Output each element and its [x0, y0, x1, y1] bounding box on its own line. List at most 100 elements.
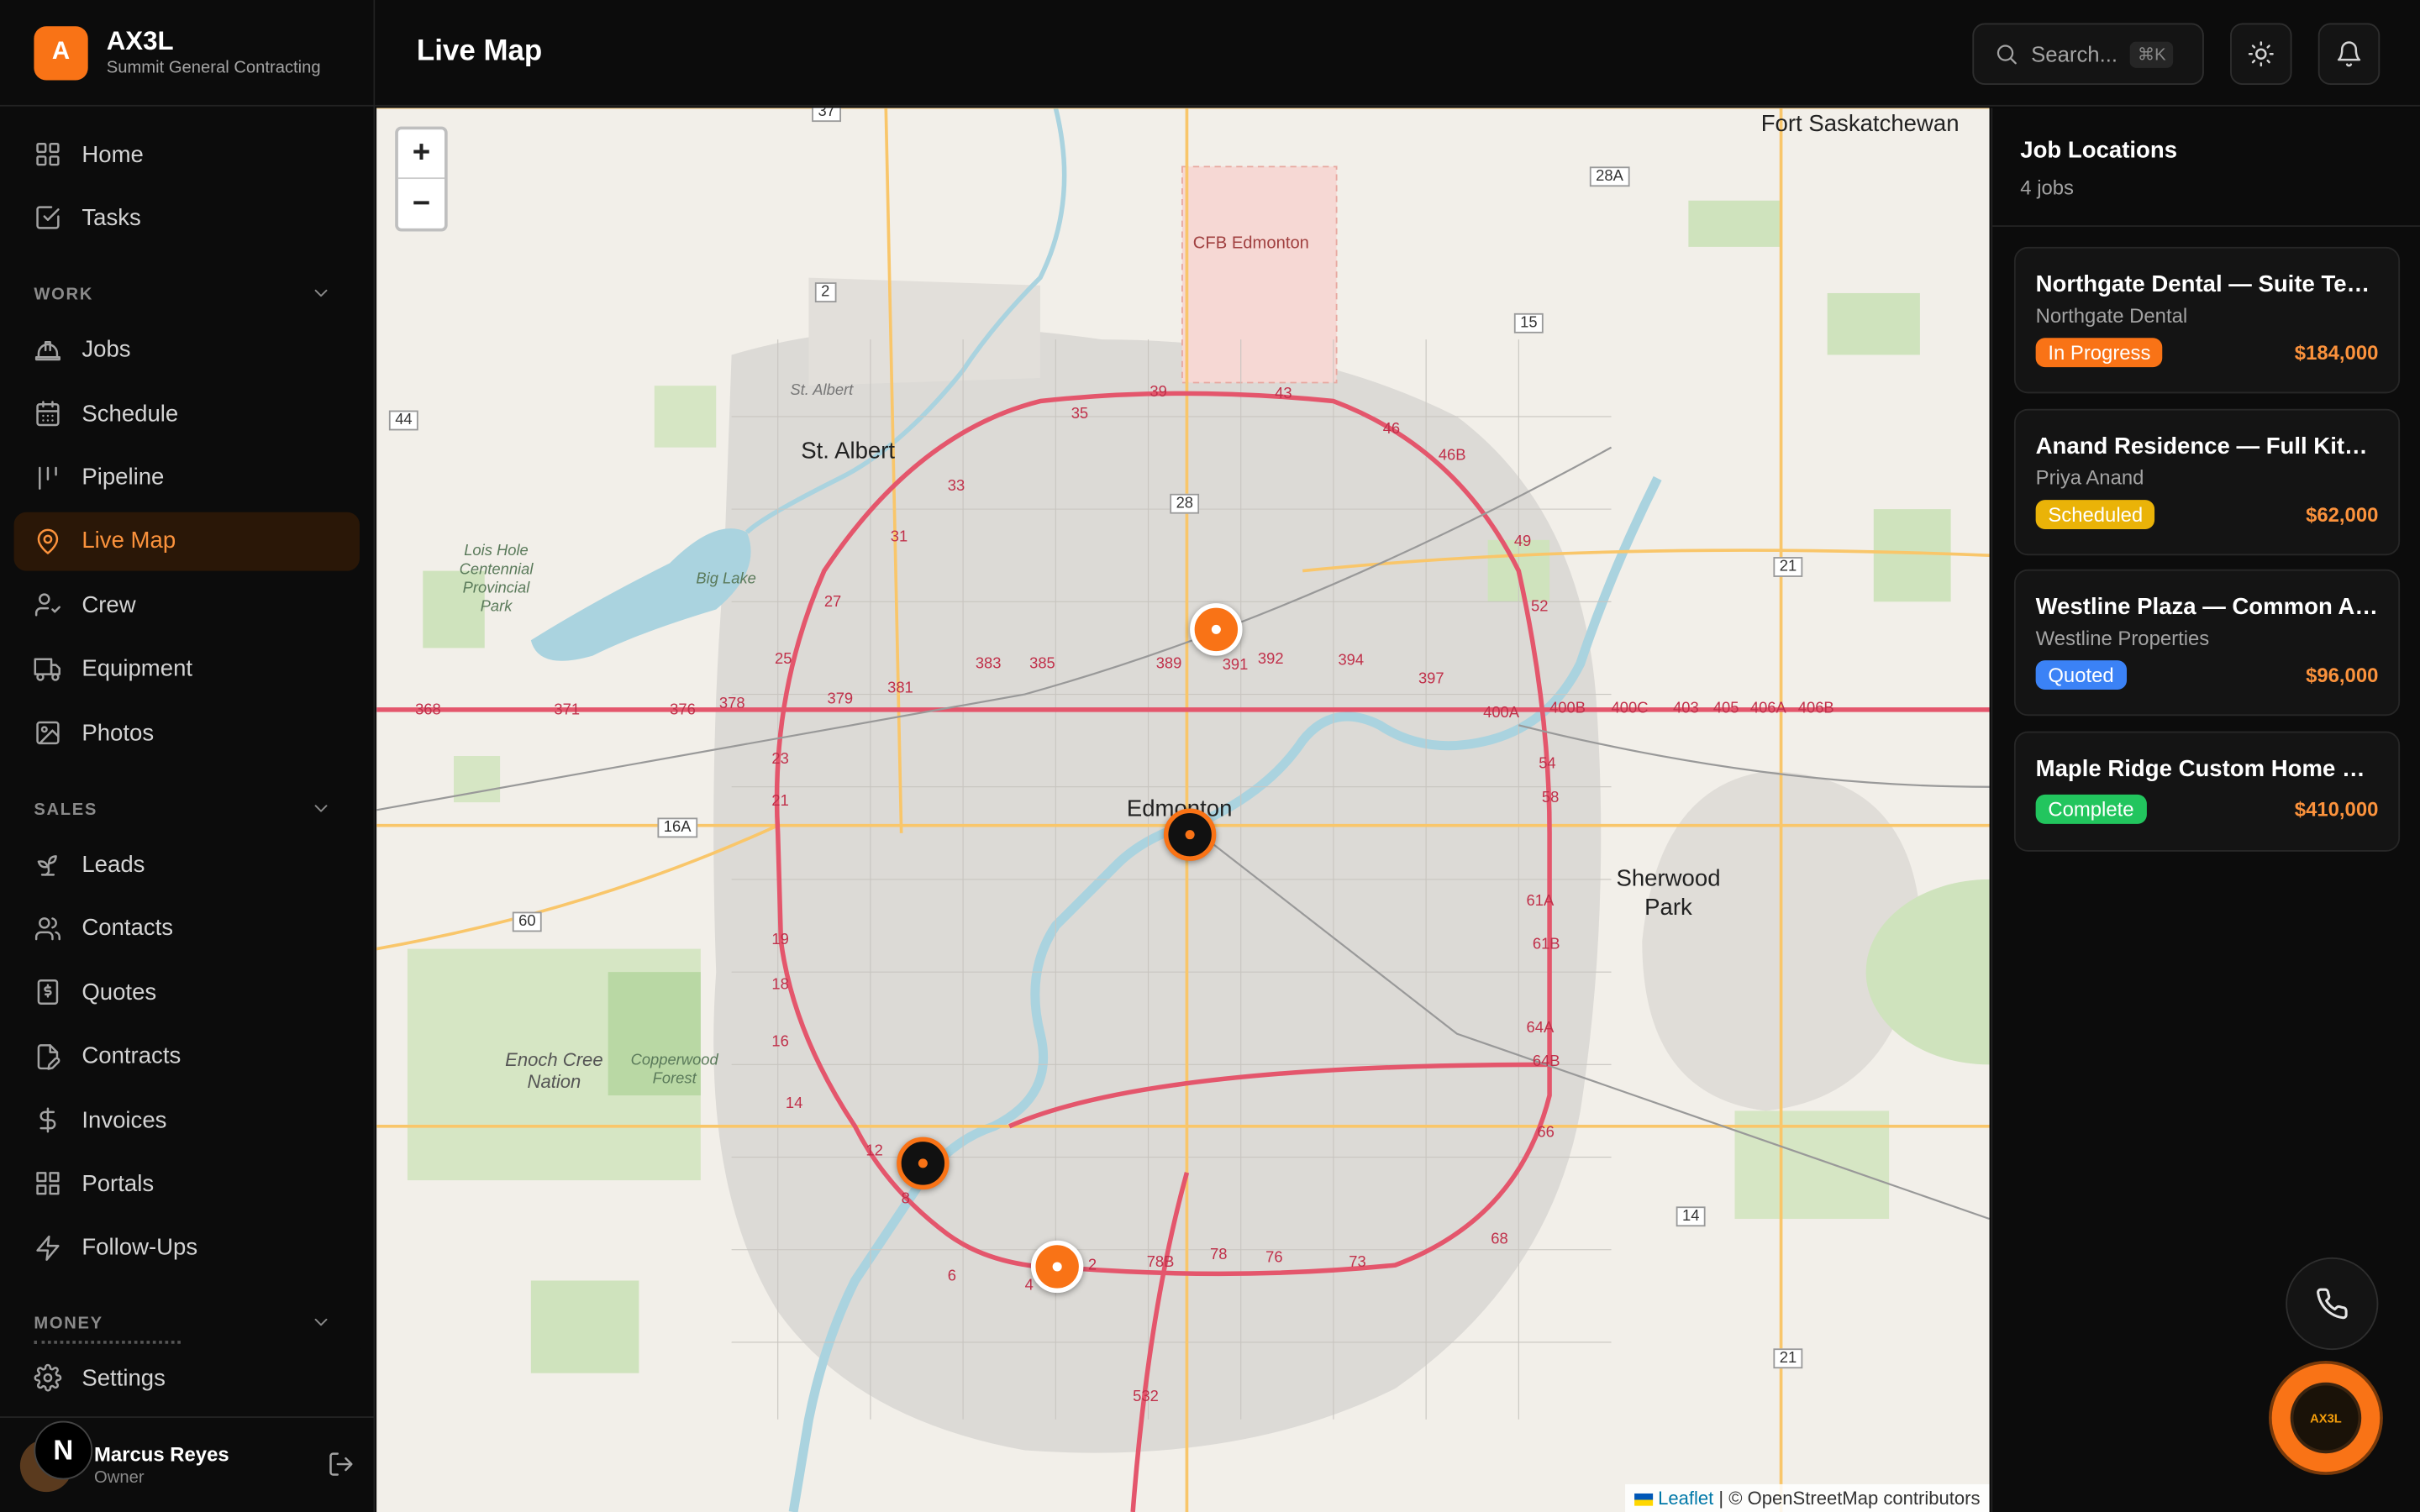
- map-attribution: Leaflet | © OpenStreetMap contributors: [1625, 1483, 1990, 1512]
- exit-number: 21: [771, 793, 789, 811]
- nav-item-tasks[interactable]: Tasks: [14, 189, 360, 248]
- exit-number: 379: [827, 690, 854, 709]
- exit-number: 368: [415, 701, 441, 719]
- job-marker-anand[interactable]: [897, 1137, 950, 1190]
- nav-label: Settings: [82, 1364, 166, 1391]
- nav-label: Photos: [82, 720, 155, 747]
- brand-name: AX3L: [106, 26, 174, 56]
- nav-item-jobs[interactable]: Jobs: [14, 321, 360, 380]
- brand-logo: A: [34, 25, 88, 80]
- status-badge: In Progress: [2035, 338, 2164, 368]
- exit-number: 78B: [1146, 1254, 1175, 1272]
- road-shield: 14: [1676, 1206, 1706, 1227]
- nav-item-invoices[interactable]: Invoices: [14, 1091, 360, 1150]
- road-shield: 28A: [1589, 166, 1630, 187]
- notifications-button[interactable]: [2317, 23, 2381, 86]
- ukraine-flag-icon: [1634, 1493, 1654, 1506]
- zoom-out-button[interactable]: −: [398, 179, 445, 228]
- checkbox-icon: [34, 204, 61, 232]
- nav-item-contacts[interactable]: Contacts: [14, 900, 360, 958]
- job-title: Westline Plaza — Common Area Refresh: [2035, 594, 2379, 621]
- truck-icon: [34, 655, 61, 683]
- road-shield: 21: [1773, 557, 1803, 577]
- status-badge: Scheduled: [2035, 500, 2155, 529]
- theme-toggle-button[interactable]: [2230, 23, 2292, 86]
- logout-icon[interactable]: [327, 1451, 355, 1478]
- exit-number: 61B: [1532, 936, 1560, 954]
- exit-number: 43: [1275, 386, 1292, 403]
- map-pin-icon: [34, 528, 61, 555]
- exit-number: 66: [1537, 1124, 1555, 1142]
- nav-item-crew[interactable]: Crew: [14, 576, 360, 635]
- search-shortcut: ⌘K: [2129, 40, 2174, 67]
- nav-item-live-map[interactable]: Live Map: [13, 512, 360, 571]
- job-marker-maple-ridge[interactable]: [1030, 1240, 1084, 1294]
- assistant-avatar-button[interactable]: AX3L: [2271, 1363, 2381, 1473]
- marker-dot: [1211, 624, 1221, 634]
- page-title: Live Map: [416, 35, 543, 68]
- exit-number: 392: [1257, 651, 1284, 669]
- brand[interactable]: A AX3L Summit General Contracting: [0, 0, 374, 107]
- exit-number: 2: [1087, 1257, 1097, 1275]
- nav-item-schedule[interactable]: Schedule: [14, 385, 360, 444]
- users-icon: [34, 915, 61, 942]
- section-title: MONEY: [34, 1315, 103, 1334]
- leaflet-link[interactable]: Leaflet: [1658, 1488, 1713, 1509]
- nav-label: Tasks: [82, 205, 141, 232]
- road-shield: 44: [388, 410, 418, 431]
- zoom-in-button[interactable]: +: [397, 129, 445, 180]
- map-label-fort-saskatchewan: Fort Saskatchewan: [1760, 111, 1960, 138]
- nav-item-contracts[interactable]: Contracts: [14, 1027, 360, 1086]
- nav-item-portals[interactable]: Portals: [14, 1155, 360, 1214]
- nav-item-quotes[interactable]: Quotes: [14, 963, 360, 1022]
- nav-item-settings[interactable]: Settings: [13, 1348, 361, 1408]
- job-price: $184,000: [2294, 340, 2379, 365]
- exit-number: 406B: [1797, 700, 1834, 718]
- search-box[interactable]: Search... ⌘K: [1972, 23, 2204, 86]
- search-placeholder: Search...: [2031, 41, 2118, 66]
- nav-label: Home: [82, 141, 144, 168]
- job-card[interactable]: Northgate Dental — Suite Tenant Improvem…: [2013, 246, 2401, 394]
- search-icon: [1994, 42, 2018, 66]
- exit-number: 394: [1338, 652, 1365, 670]
- call-button[interactable]: [2286, 1257, 2379, 1351]
- nav-label: Crew: [82, 592, 136, 619]
- nav-label: Contracts: [82, 1042, 182, 1070]
- road-shield: 2: [814, 282, 836, 302]
- job-marker-northgate[interactable]: [1190, 603, 1243, 656]
- nav-label: Leads: [82, 851, 145, 879]
- dev-tools-badge[interactable]: N: [34, 1420, 93, 1480]
- job-title: Maple Ridge Custom Home — New Build: [2035, 755, 2379, 783]
- status-badge: Complete: [2035, 794, 2147, 824]
- panel-title: Job Locations: [2020, 137, 2178, 164]
- job-marker-westline[interactable]: [1163, 808, 1217, 861]
- exit-number: 383: [975, 655, 1002, 673]
- nav-item-photos[interactable]: Photos: [14, 704, 360, 763]
- nav-item-pipeline[interactable]: Pipeline: [14, 449, 360, 507]
- nav-item-home[interactable]: Home: [14, 125, 360, 184]
- nav-section-sales[interactable]: SALES: [14, 768, 360, 836]
- exit-number: 400C: [1611, 700, 1649, 718]
- nav-item-follow-ups[interactable]: Follow-Ups: [14, 1219, 360, 1278]
- job-card[interactable]: Westline Plaza — Common Area Refresh Wes…: [2013, 569, 2401, 717]
- exit-number: 400A: [1483, 705, 1520, 722]
- attribution-text: | © OpenStreetMap contributors: [1718, 1487, 1981, 1509]
- job-card[interactable]: Maple Ridge Custom Home — New Build Comp…: [2013, 731, 2401, 852]
- exit-number: 4: [1024, 1277, 1034, 1295]
- sprout-icon: [34, 851, 61, 879]
- exit-number: 52: [1531, 598, 1549, 616]
- section-title: SALES: [34, 800, 98, 819]
- job-card[interactable]: Anand Residence — Full Kitchen Remodel P…: [2013, 408, 2401, 556]
- nav-item-equipment[interactable]: Equipment: [14, 640, 360, 699]
- nav-item-leads[interactable]: Leads: [14, 836, 360, 895]
- live-map[interactable]: Fort Saskatchewan CFB Edmonton St. Alber…: [376, 108, 1990, 1512]
- nav-section-work[interactable]: WORK: [14, 253, 360, 321]
- receipt-icon: [34, 979, 61, 1006]
- top-header: Live Map Search... ⌘K: [375, 0, 2420, 107]
- road-shield: 15: [1513, 312, 1544, 333]
- exit-number: 64A: [1526, 1020, 1555, 1037]
- exit-number: 27: [823, 594, 842, 612]
- nav-label: Live Map: [82, 528, 176, 555]
- main-nav: Home Tasks WORK Jobs Schedule Pipeline L…: [0, 107, 373, 1351]
- nav-label: Equipment: [82, 656, 193, 683]
